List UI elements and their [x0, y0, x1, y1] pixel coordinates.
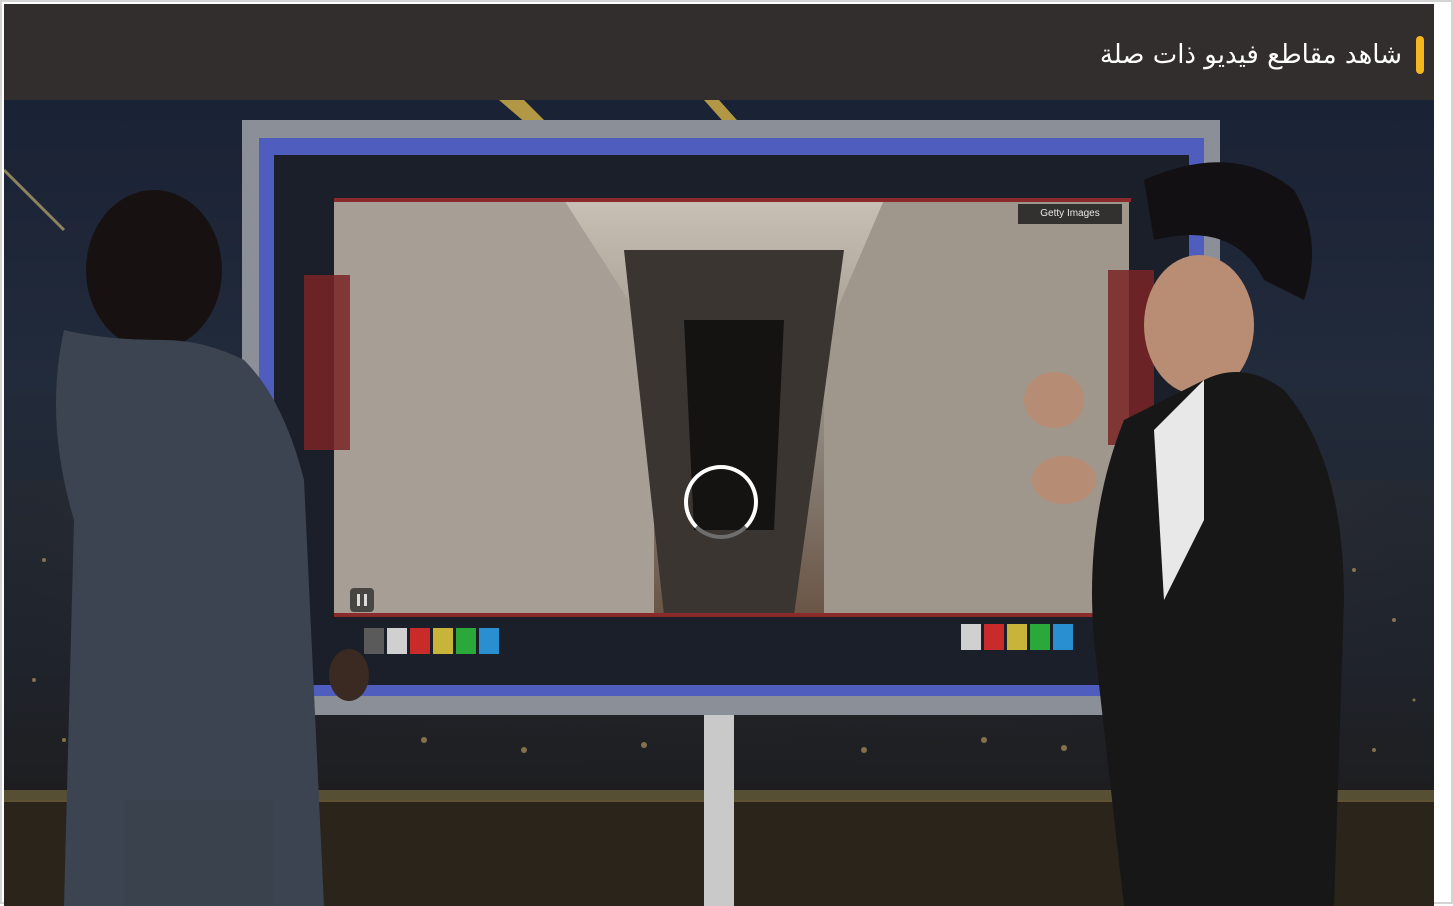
section-title: شاهد مقاطع فيديو ذات صلة: [1099, 40, 1402, 70]
getty-images-watermark: Getty Images: [1018, 204, 1122, 224]
related-videos-header: شاهد مقاطع فيديو ذات صلة: [4, 4, 1434, 100]
pause-icon[interactable]: [350, 588, 374, 612]
accent-bar: [1416, 36, 1424, 74]
pause-bar-left: [357, 594, 360, 606]
pause-bar-right: [364, 594, 367, 606]
page-frame: شاهد مقاطع فيديو ذات صلة Getty Images: [0, 0, 1453, 906]
loading-spinner-icon: [684, 465, 758, 539]
video-player[interactable]: Getty Images: [4, 100, 1434, 906]
